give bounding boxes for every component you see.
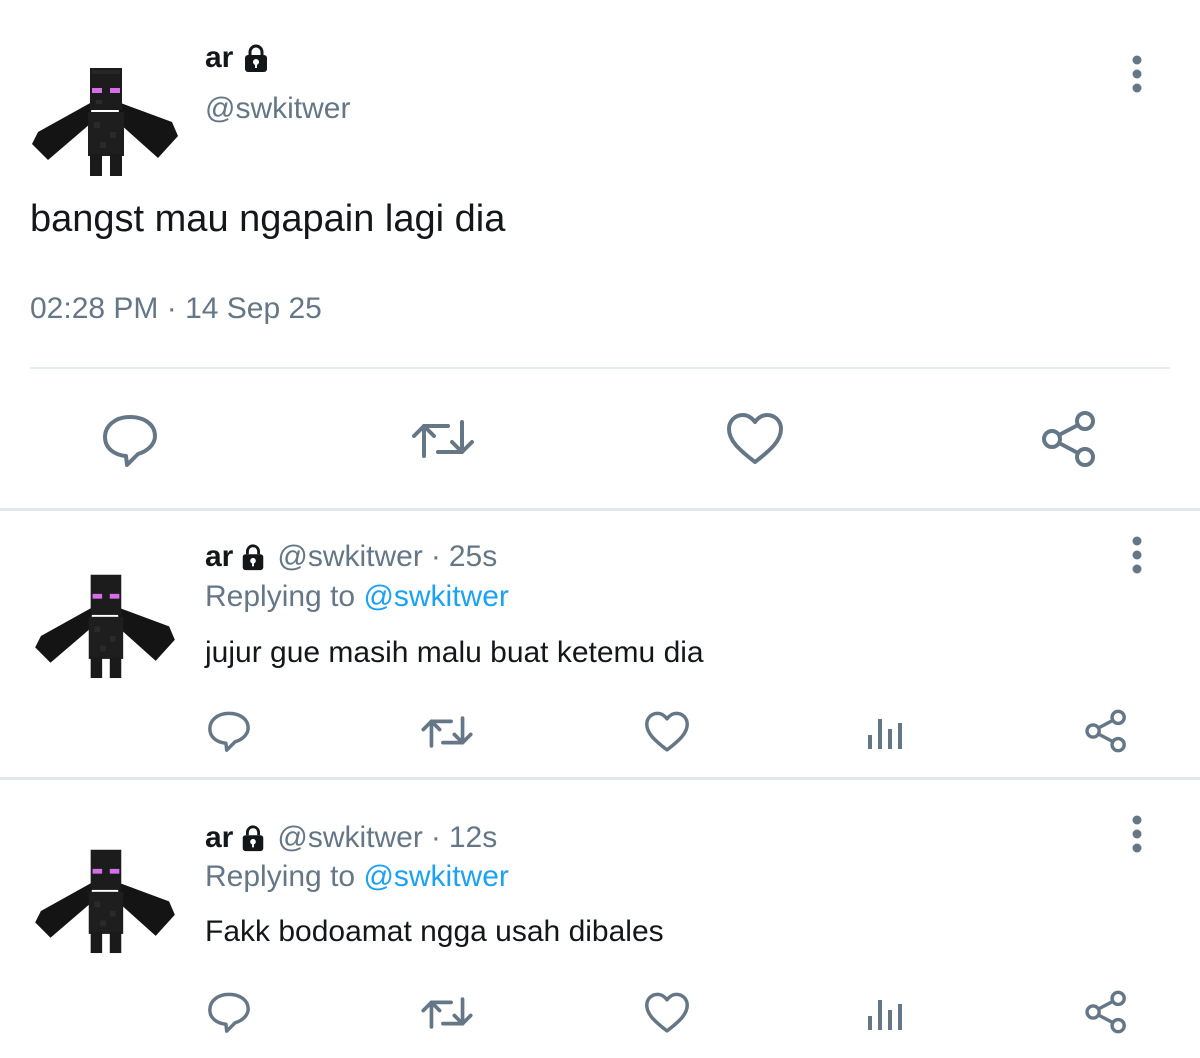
author-handle[interactable]: @swkitwer <box>277 540 422 574</box>
replying-to: Replying to @swkitwer <box>205 580 509 614</box>
retweet-icon[interactable] <box>420 713 474 751</box>
reply-tweet[interactable]: ar @swkitwer · 25s Replying to @swkitwer… <box>0 511 1200 777</box>
enderman-avatar-icon <box>32 68 178 176</box>
avatar[interactable] <box>30 569 180 679</box>
share-icon[interactable] <box>1040 410 1098 468</box>
tweet-thread: ar @swkitwer bangst mau ngapain lagi dia… <box>0 0 1200 1058</box>
avatar[interactable] <box>30 844 180 954</box>
reply-icon[interactable] <box>206 709 252 753</box>
share-icon[interactable] <box>1084 990 1128 1034</box>
heart-icon[interactable] <box>726 412 784 466</box>
enderman-avatar-icon <box>35 849 175 954</box>
author-name[interactable]: ar <box>205 821 233 855</box>
replying-mention-link[interactable]: @swkitwer <box>363 860 508 893</box>
more-vertical-icon[interactable] <box>1131 535 1143 575</box>
tweet-text: bangst mau ngapain lagi dia <box>30 198 506 240</box>
replying-prefix: Replying to <box>205 860 356 893</box>
tweet-timestamp: 02:28 PM · 14 Sep 25 <box>30 292 322 325</box>
more-vertical-icon[interactable] <box>1131 54 1143 94</box>
separator-dot: · <box>430 540 441 573</box>
more-vertical-icon[interactable] <box>1131 814 1143 854</box>
reply-header: ar @swkitwer · 12s <box>205 818 497 858</box>
reply-icon[interactable] <box>100 412 160 468</box>
lock-icon <box>239 543 267 571</box>
author-handle[interactable]: @swkitwer <box>205 92 350 126</box>
author-name[interactable]: ar <box>205 540 233 574</box>
avatar[interactable] <box>30 62 180 177</box>
heart-icon[interactable] <box>644 992 690 1034</box>
enderman-avatar-icon <box>35 574 175 679</box>
replying-to: Replying to @swkitwer <box>205 860 509 894</box>
divider <box>30 367 1170 369</box>
reply-header: ar @swkitwer · 25s <box>205 537 497 577</box>
tweet-text: jujur gue masih malu buat ketemu dia <box>205 636 704 669</box>
analytics-icon[interactable] <box>866 992 906 1032</box>
lock-icon <box>239 824 267 852</box>
reply-time: 12s <box>448 821 498 854</box>
analytics-icon[interactable] <box>866 711 906 751</box>
separator-dot: · <box>430 821 441 854</box>
retweet-icon[interactable] <box>410 416 476 462</box>
heart-icon[interactable] <box>644 711 690 753</box>
author-name[interactable]: ar <box>205 41 233 75</box>
reply-icon[interactable] <box>206 990 252 1034</box>
replying-mention-link[interactable]: @swkitwer <box>363 580 508 613</box>
main-tweet: ar @swkitwer bangst mau ngapain lagi dia… <box>0 0 1200 508</box>
lock-icon <box>241 43 271 73</box>
author-name-row: ar <box>205 38 271 78</box>
reply-time: 25s <box>448 540 498 573</box>
reply-tweet[interactable]: ar @swkitwer · 12s Replying to @swkitwer… <box>0 780 1200 1058</box>
author-handle[interactable]: @swkitwer <box>277 821 422 855</box>
share-icon[interactable] <box>1084 709 1128 753</box>
replying-prefix: Replying to <box>205 580 356 613</box>
retweet-icon[interactable] <box>420 994 474 1032</box>
tweet-text: Fakk bodoamat ngga usah dibales <box>205 915 664 948</box>
